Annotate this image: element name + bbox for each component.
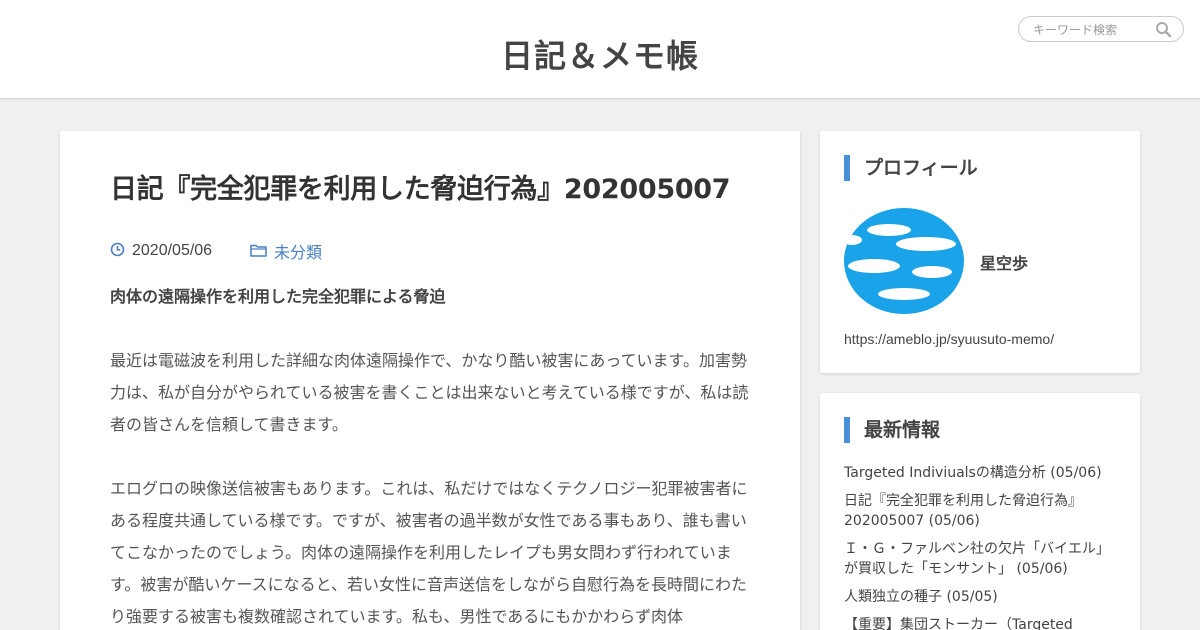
search-icon[interactable] xyxy=(1155,21,1172,38)
widget-title: 最新情報 xyxy=(844,417,940,443)
post-lead: 肉体の遠隔操作を利用した完全犯罪による脅迫 xyxy=(110,287,446,306)
profile-name: 星空歩 xyxy=(980,254,1029,273)
latest-post-link[interactable]: Targeted Indiviualsの構造分析 (05/06) xyxy=(844,463,1120,483)
post-category-link[interactable]: 未分類 xyxy=(274,239,322,263)
clock-icon xyxy=(110,242,125,261)
post-title: 日記『完全犯罪を利用した脅迫行為』202005007 xyxy=(110,174,731,205)
article-card: 日記『完全犯罪を利用した脅迫行為』202005007 2020/05/06 未分… xyxy=(60,131,800,630)
latest-post-link[interactable]: Ｉ・Ｇ・ファルベン社の欠片「バイエル」が買収した「モンサント」 (05/06) xyxy=(844,539,1120,579)
latest-posts-widget: 最新情報 Targeted Indiviualsの構造分析 (05/06) 日記… xyxy=(820,393,1140,630)
search-input[interactable] xyxy=(1033,21,1151,39)
post-date-text: 2020/05/06 xyxy=(132,242,213,259)
folder-icon xyxy=(250,242,267,261)
avatar xyxy=(844,208,964,314)
site-title[interactable]: 日記＆メモ帳 xyxy=(0,31,1200,77)
profile-widget: プロフィール 星空歩 https://ameblo.jp/syuusuto-me… xyxy=(820,131,1140,373)
post-paragraph: エログロの映像送信被害もあります。これは、私だけではなくテクノロジー犯罪被害者に… xyxy=(110,479,748,626)
latest-posts-list: Targeted Indiviualsの構造分析 (05/06) 日記『完全犯罪… xyxy=(844,463,1120,630)
post-date: 2020/05/06 xyxy=(110,240,212,262)
post-paragraph: 最近は電磁波を利用した詳細な肉体遠隔操作で、かなり酷い被害にあっています。加害勢… xyxy=(110,351,749,434)
latest-post-link[interactable]: 【重要】集団ストーカー（Targeted xyxy=(844,615,1120,630)
widget-title: プロフィール xyxy=(844,155,978,181)
site-header: 日記＆メモ帳 xyxy=(0,0,1200,99)
latest-post-link[interactable]: 人類独立の種子 (05/05) xyxy=(844,587,1120,607)
post-category[interactable]: 未分類 xyxy=(250,240,322,262)
profile-url[interactable]: https://ameblo.jp/syuusuto-memo/ xyxy=(844,331,1054,347)
search-box[interactable] xyxy=(1018,16,1184,42)
latest-post-link[interactable]: 日記『完全犯罪を利用した脅迫行為』202005007 (05/06) xyxy=(844,491,1120,531)
